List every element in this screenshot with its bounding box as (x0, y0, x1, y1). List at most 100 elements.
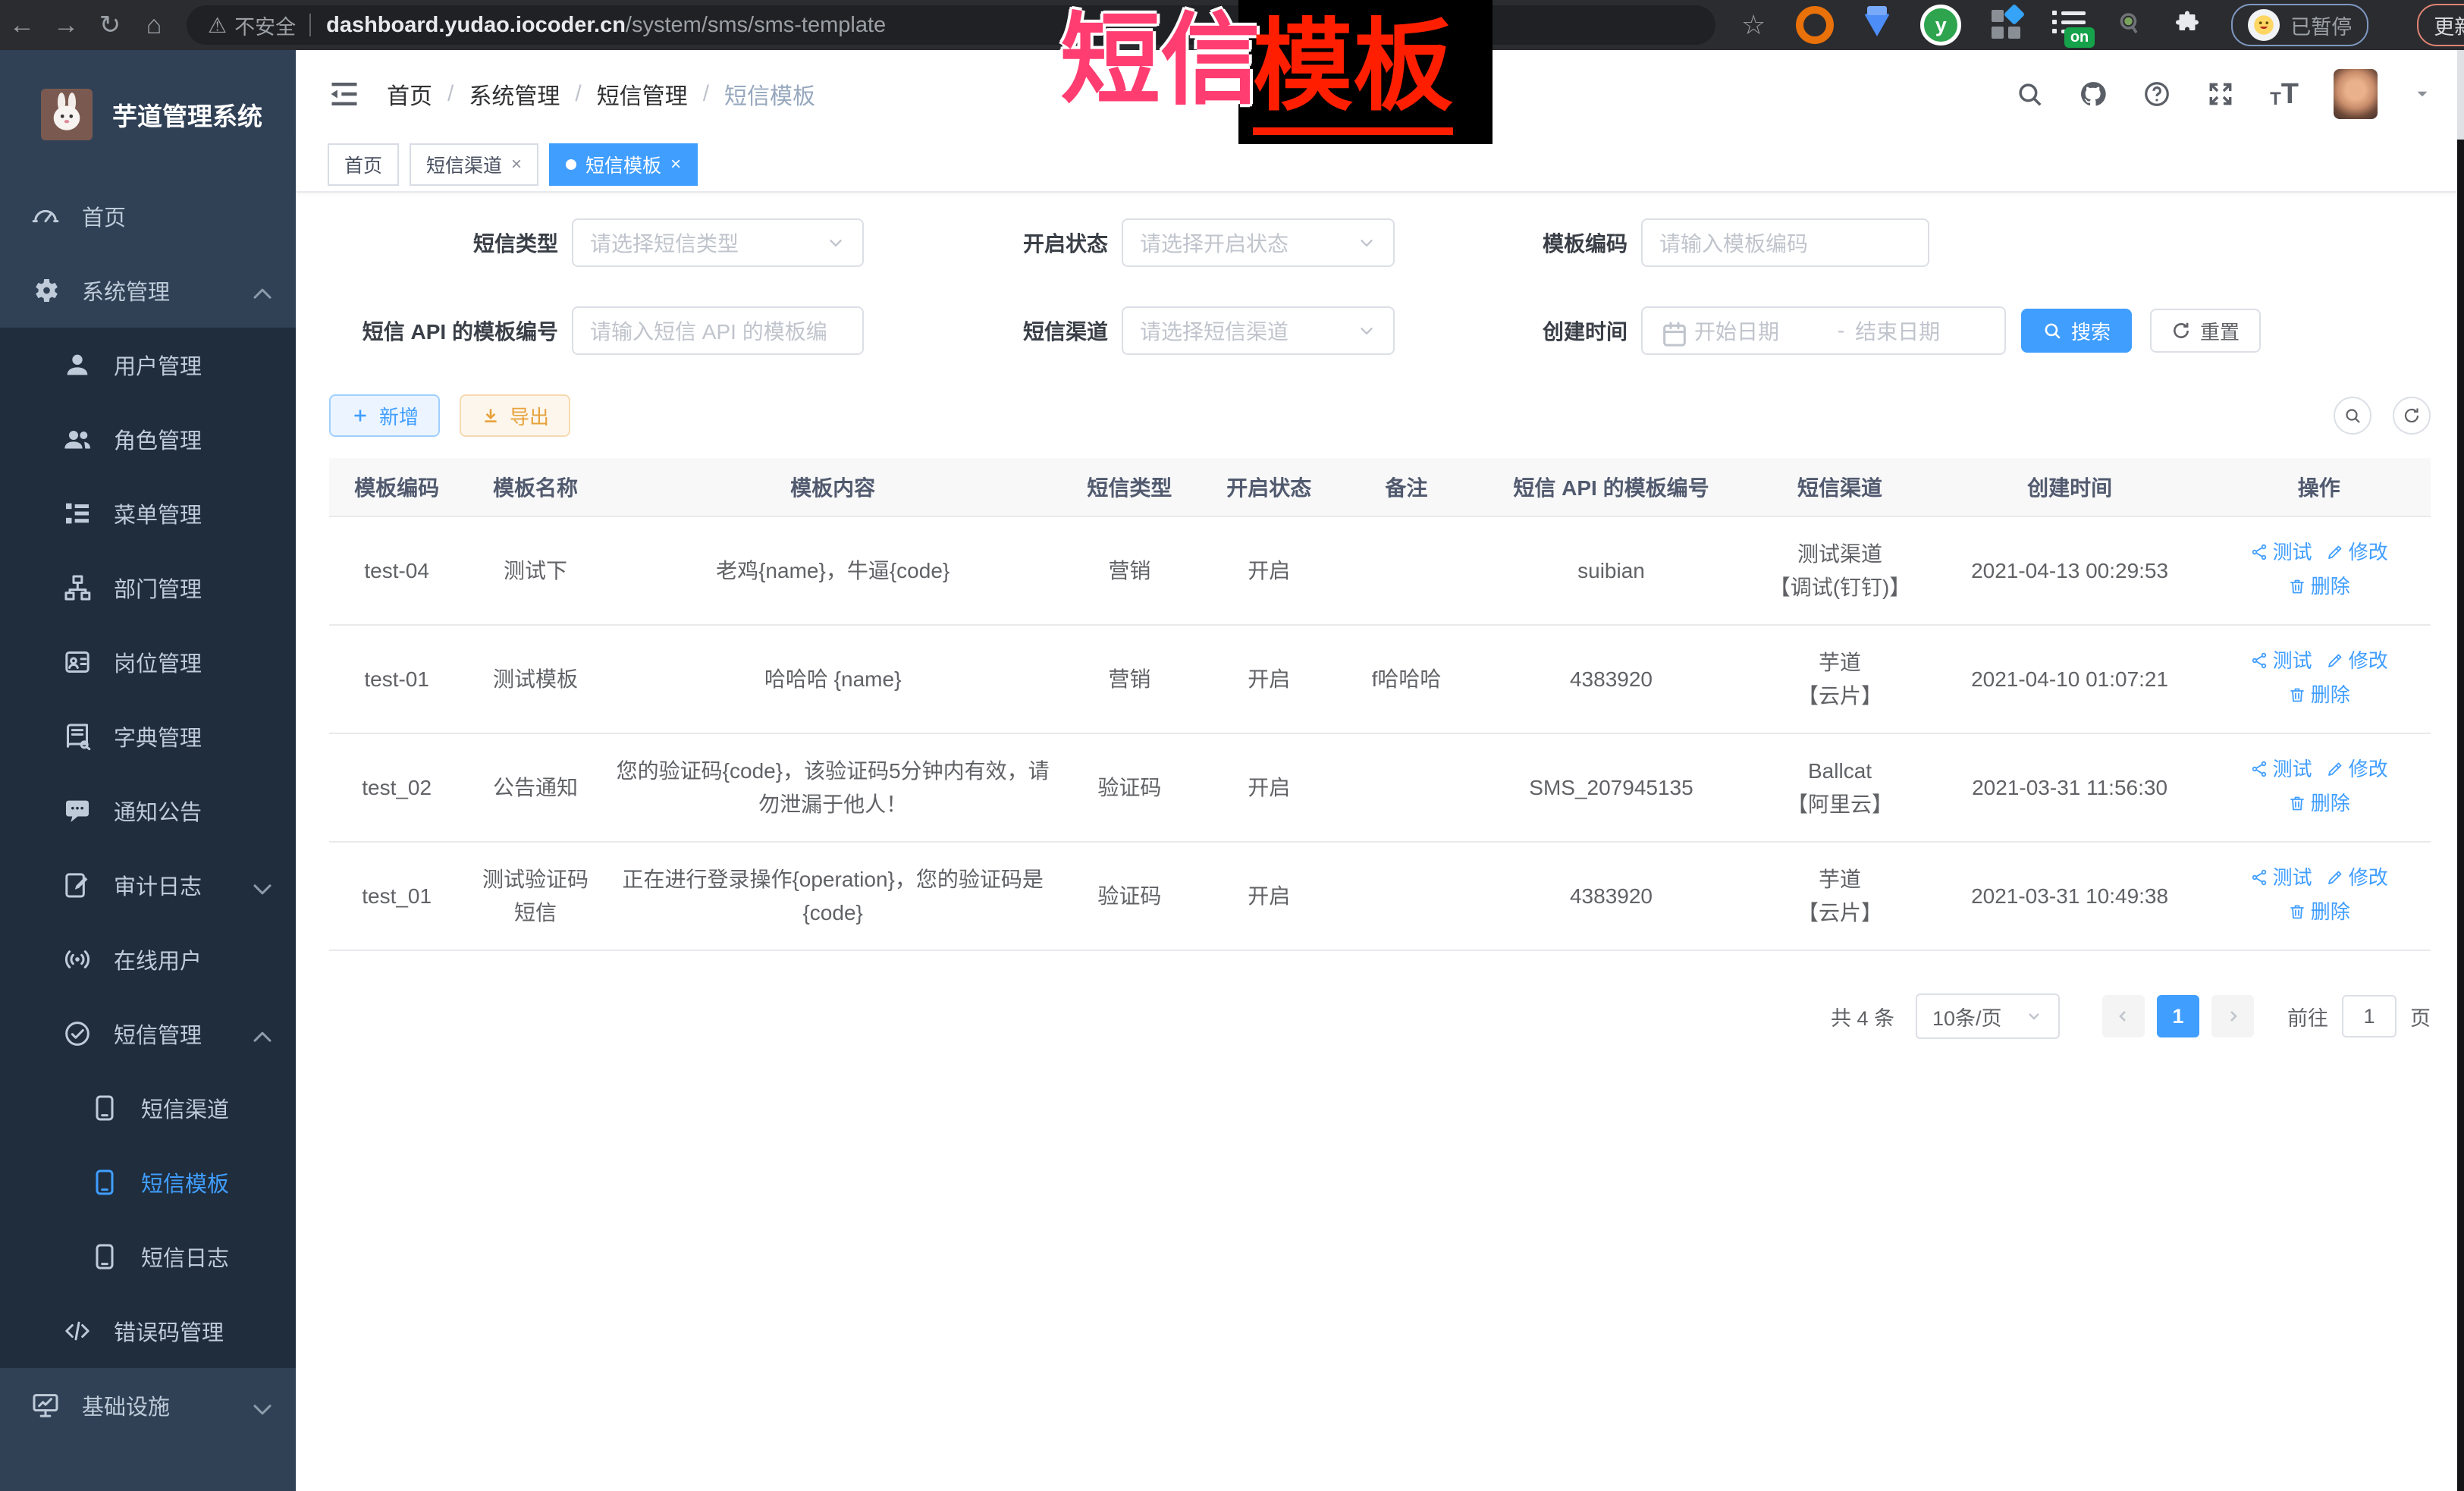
tab-2[interactable]: 短信模板× (549, 143, 698, 186)
sidebar-item-5[interactable]: 部门管理 (0, 551, 296, 625)
cell-channel: 测试渠道【调试(钉钉)】 (1747, 516, 1932, 625)
cell-created-at: 2021-04-13 00:29:53 (1932, 516, 2208, 625)
chevron-up-icon (247, 279, 270, 302)
user-avatar[interactable] (2334, 69, 2378, 119)
update-label: 更新 (2434, 11, 2464, 40)
filter-select[interactable]: 请选择开启状态 (1122, 218, 1395, 267)
sidebar-item-15[interactable]: 错误码管理 (0, 1294, 296, 1368)
sidebar-item-10[interactable]: 在线用户 (0, 922, 296, 997)
tab-label: 短信渠道 (426, 151, 502, 178)
breadcrumb-separator: / (703, 81, 709, 107)
column-header: 创建时间 (1932, 458, 2208, 516)
scrollbar-track[interactable] (2457, 50, 2464, 140)
sidebar-item-16[interactable]: 基础设施 (0, 1368, 296, 1442)
search-button[interactable]: 搜索 (2021, 309, 2132, 353)
browser-home-icon[interactable]: ⌂ (132, 11, 176, 40)
test-link[interactable]: 测试 (2250, 754, 2312, 784)
page-number-button[interactable]: 1 (2157, 995, 2199, 1037)
breadcrumb-item[interactable]: 系统管理 (469, 77, 560, 111)
extension-y-icon[interactable]: y (1920, 5, 1961, 46)
sidebar-item-7[interactable]: 字典管理 (0, 699, 296, 774)
filter-select[interactable]: 请选择短信渠道 (1122, 306, 1395, 355)
sidebar-item-0[interactable]: 首页 (0, 179, 296, 253)
browser-forward-icon[interactable]: → (44, 11, 88, 40)
paused-label: 已暂停 (2290, 11, 2352, 40)
prev-page-button[interactable] (2102, 995, 2145, 1037)
filter-label: 模板编码 (1395, 228, 1641, 258)
breadcrumb-item[interactable]: 短信管理 (597, 77, 688, 111)
dictionary-icon (62, 721, 93, 752)
sidebar-item-label: 在线用户 (114, 943, 202, 975)
extension-list-icon[interactable]: on (2052, 10, 2086, 40)
refresh-button[interactable] (2393, 397, 2431, 435)
collapse-sidebar-icon[interactable] (328, 77, 361, 111)
show-search-button[interactable] (2334, 397, 2371, 435)
browser-update-pill[interactable]: 更新 ⋮ (2417, 4, 2464, 46)
cell-channel: 芋道【云片】 (1747, 842, 1932, 950)
column-header: 模板名称 (464, 458, 606, 516)
sidebar-item-1[interactable]: 系统管理 (0, 253, 296, 328)
sidebar-item-2[interactable]: 用户管理 (0, 328, 296, 402)
sidebar-item-3[interactable]: 角色管理 (0, 402, 296, 476)
edit-link[interactable]: 修改 (2326, 754, 2388, 784)
extension-gem-icon[interactable] (1864, 14, 1890, 36)
delete-link[interactable]: 删除 (2288, 680, 2350, 710)
help-icon[interactable] (2142, 80, 2171, 108)
sidebar-item-11[interactable]: 短信管理 (0, 997, 296, 1071)
sidebar-item-8[interactable]: 通知公告 (0, 774, 296, 848)
goto-page-input[interactable]: 1 (2342, 995, 2397, 1037)
sidebar-item-13[interactable]: 短信模板 (0, 1145, 296, 1219)
tab-0[interactable]: 首页 (328, 143, 399, 186)
scrollbar[interactable] (2457, 140, 2464, 1491)
delete-link[interactable]: 删除 (2288, 896, 2350, 927)
page-size-select[interactable]: 10条/页 (1916, 993, 2060, 1039)
sidebar-item-12[interactable]: 短信渠道 (0, 1071, 296, 1145)
search-icon[interactable] (2015, 80, 2044, 108)
table-row-2: test_02公告通知您的验证码{code}，该验证码5分钟内有效，请勿泄漏于他… (329, 733, 2431, 842)
sidebar-item-9[interactable]: 审计日志 (0, 848, 296, 922)
extension-donut-icon[interactable] (1796, 6, 1834, 44)
url-host: dashboard.yudao.iocoder.cn (326, 13, 626, 38)
add-button[interactable]: 新增 (329, 394, 440, 437)
font-size-icon[interactable]: TT (2270, 80, 2299, 108)
tab-1[interactable]: 短信渠道 × (410, 143, 538, 186)
security-label[interactable]: 不安全 (234, 11, 296, 40)
close-tab-icon[interactable]: × (511, 155, 522, 174)
date-range-picker[interactable]: 开始日期-结束日期 (1641, 306, 2006, 355)
extension-magnifier-icon[interactable] (2116, 10, 2143, 41)
extensions-puzzle-icon[interactable] (2174, 10, 2201, 41)
filter-input[interactable]: 请输入模板编码 (1641, 218, 1929, 267)
code-icon (62, 1316, 93, 1346)
github-icon[interactable] (2079, 80, 2108, 108)
bookmark-star-icon[interactable]: ☆ (1741, 9, 1766, 41)
sidebar-item-14[interactable]: 短信日志 (0, 1219, 296, 1294)
test-link[interactable]: 测试 (2250, 537, 2312, 567)
delete-link[interactable]: 删除 (2288, 788, 2350, 818)
browser-back-icon[interactable]: ← (0, 11, 44, 40)
reset-button[interactable]: 重置 (2150, 309, 2261, 353)
export-button[interactable]: 导出 (460, 394, 570, 437)
next-page-button[interactable] (2211, 995, 2254, 1037)
edit-link[interactable]: 修改 (2326, 645, 2388, 676)
sidebar-item-6[interactable]: 岗位管理 (0, 625, 296, 699)
browser-reload-icon[interactable]: ↻ (88, 10, 132, 40)
test-link[interactable]: 测试 (2250, 645, 2312, 676)
sidebar-item-4[interactable]: 菜单管理 (0, 476, 296, 551)
close-tab-icon[interactable]: × (670, 155, 681, 174)
extension-grid-icon[interactable] (1992, 10, 2022, 40)
sidebar-logo[interactable]: 芋道管理系统 (0, 50, 296, 179)
fullscreen-icon[interactable] (2206, 80, 2235, 108)
breadcrumb-item[interactable]: 首页 (387, 77, 432, 111)
filter-select[interactable]: 请选择短信类型 (572, 218, 864, 267)
delete-link[interactable]: 删除 (2288, 571, 2350, 601)
test-link[interactable]: 测试 (2250, 862, 2312, 893)
edit-link[interactable]: 修改 (2326, 862, 2388, 893)
cell-remark: f哈哈哈 (1338, 625, 1474, 733)
profile-paused-pill[interactable]: 已暂停 (2231, 4, 2368, 46)
filter-input[interactable]: 请输入短信 API 的模板编 (572, 306, 864, 355)
edit-link[interactable]: 修改 (2326, 537, 2388, 567)
sidebar-item-label: 短信管理 (114, 1018, 202, 1050)
trash-icon (2288, 577, 2306, 595)
chevron-down-icon[interactable] (2412, 84, 2432, 104)
cell-content: 老鸡{name}，牛逼{code} (607, 516, 1059, 625)
